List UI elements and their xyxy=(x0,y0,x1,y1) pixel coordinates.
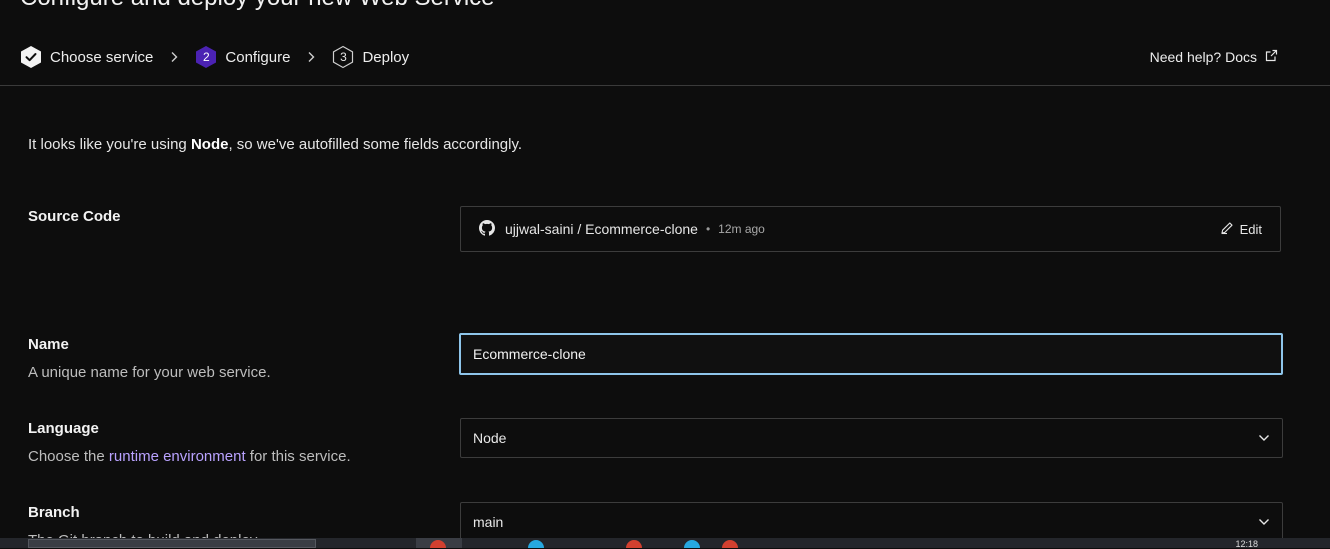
step-label: Choose service xyxy=(50,48,154,66)
language-select[interactable]: Node xyxy=(460,418,1283,458)
language-label: Language xyxy=(28,420,99,437)
branch-select-value: main xyxy=(473,514,504,530)
step-choose-service[interactable]: Choose service xyxy=(20,45,153,69)
step-number-badge: 3 xyxy=(332,45,354,69)
chevron-down-icon xyxy=(1258,434,1270,442)
notice-prefix: It looks like you're using xyxy=(28,136,191,153)
taskbar-app-icon[interactable] xyxy=(528,540,544,548)
chevron-down-icon xyxy=(1258,518,1270,526)
external-link-icon xyxy=(1265,49,1278,65)
branch-select[interactable]: main xyxy=(460,502,1283,542)
autofill-notice: It looks like you're using Node, so we'v… xyxy=(28,136,522,153)
step-number-badge: 2 xyxy=(195,45,217,69)
taskbar-search-box[interactable] xyxy=(28,539,316,548)
language-desc-suffix: for this service. xyxy=(245,448,351,465)
os-taskbar: 12:18 xyxy=(0,538,1330,549)
step-number: 2 xyxy=(203,50,210,64)
header-divider xyxy=(0,85,1330,86)
page-title: Configure and deploy your new Web Servic… xyxy=(20,0,495,12)
step-number: 3 xyxy=(340,50,347,64)
edit-source-button[interactable]: Edit xyxy=(1220,221,1262,238)
stepper: Choose service 2 Configure 3 Deploy xyxy=(20,44,409,70)
language-desc-prefix: Choose the xyxy=(28,448,109,465)
step-complete-check-icon xyxy=(20,45,42,69)
help-docs-label: Need help? Docs xyxy=(1149,49,1257,65)
commit-age: 12m ago xyxy=(718,222,765,236)
name-label: Name xyxy=(28,336,69,353)
step-deploy[interactable]: 3 Deploy xyxy=(332,45,409,69)
taskbar-app-icon[interactable] xyxy=(626,540,642,548)
source-code-repo-box: ujjwal-saini / Ecommerce-clone • 12m ago… xyxy=(460,206,1281,252)
notice-suffix: , so we've autofilled some fields accord… xyxy=(228,136,523,153)
language-description: Choose the runtime environment for this … xyxy=(28,448,351,465)
taskbar-app-icon[interactable] xyxy=(684,540,700,548)
language-select-value: Node xyxy=(473,430,507,446)
repo-name[interactable]: ujjwal-saini / Ecommerce-clone xyxy=(505,221,698,237)
edit-label: Edit xyxy=(1239,221,1262,237)
detected-language: Node xyxy=(190,136,229,153)
step-configure[interactable]: 2 Configure xyxy=(195,45,290,69)
source-code-label: Source Code xyxy=(28,208,121,225)
name-description: A unique name for your web service. xyxy=(28,364,271,381)
chevron-right-icon xyxy=(300,51,322,63)
branch-label: Branch xyxy=(28,504,80,521)
meta-separator: • xyxy=(705,222,711,236)
github-icon xyxy=(479,219,495,239)
taskbar-app-icon[interactable] xyxy=(722,540,738,548)
service-name-input[interactable] xyxy=(459,333,1283,375)
step-label: Deploy xyxy=(362,48,410,66)
step-label: Configure xyxy=(225,48,291,66)
pencil-icon xyxy=(1220,221,1234,238)
chevron-right-icon xyxy=(163,51,185,63)
help-docs-link[interactable]: Need help? Docs xyxy=(1150,49,1278,65)
runtime-environment-link[interactable]: runtime environment xyxy=(109,448,246,465)
